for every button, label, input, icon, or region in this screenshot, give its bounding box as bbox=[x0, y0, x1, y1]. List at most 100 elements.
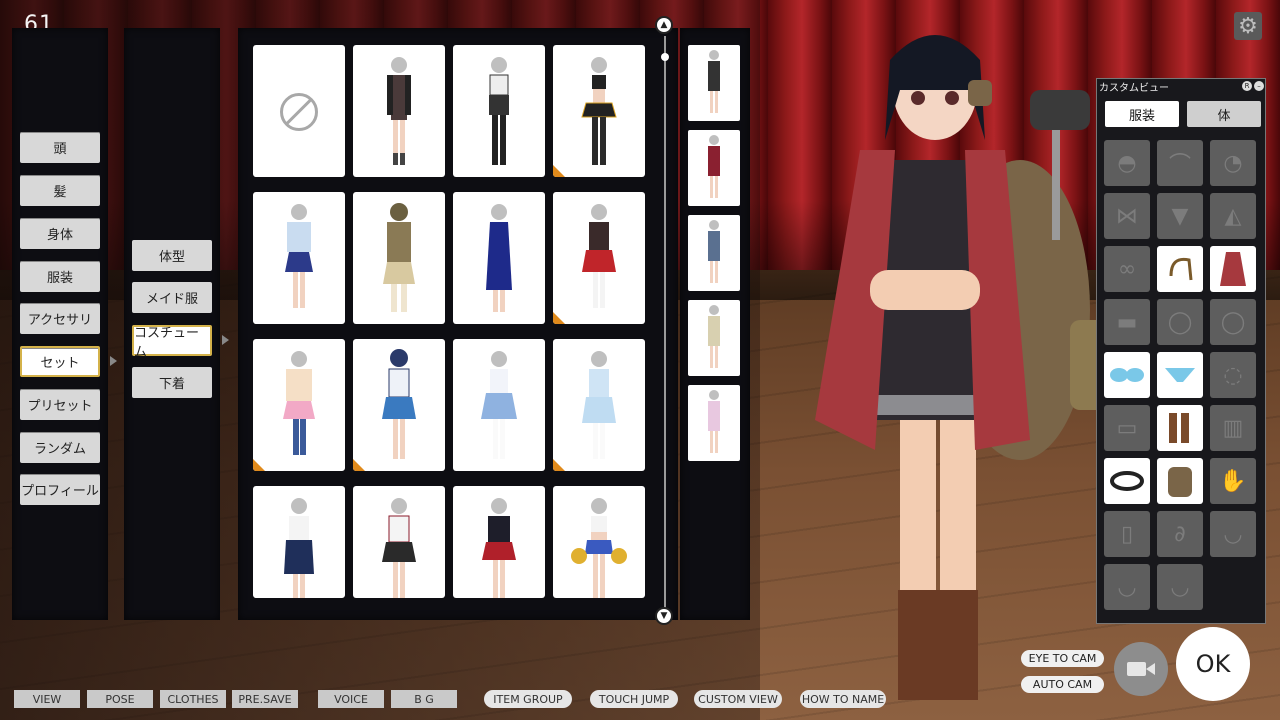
body-icon[interactable]: ◡ bbox=[1104, 564, 1150, 610]
costume-card[interactable] bbox=[353, 45, 445, 177]
minimize-icon[interactable]: – bbox=[1254, 81, 1264, 91]
eye-to-cam-toggle[interactable]: EYE TO CAM bbox=[1021, 650, 1104, 667]
shirt-icon[interactable]: ▼ bbox=[1157, 193, 1203, 239]
menu-preset-button[interactable]: プリセット bbox=[20, 389, 100, 420]
scroll-up-icon[interactable]: ▲ bbox=[655, 16, 673, 34]
submenu-underwear-button[interactable]: 下着 bbox=[132, 367, 212, 398]
menu-profile-button[interactable]: プロフィール bbox=[20, 474, 100, 505]
submenu-costume-button[interactable]: コスチューム bbox=[132, 325, 212, 360]
character-model[interactable] bbox=[790, 20, 1120, 710]
variation-thumb[interactable] bbox=[688, 130, 740, 206]
scroll-thumb[interactable] bbox=[661, 53, 669, 61]
gear-icon[interactable]: ⚙ bbox=[1234, 12, 1262, 40]
costume-figure-icon bbox=[708, 135, 720, 198]
reset-icon[interactable]: R bbox=[1242, 81, 1252, 91]
camera-icon[interactable] bbox=[1114, 642, 1168, 696]
bracelet-icon[interactable] bbox=[1104, 458, 1150, 504]
item-group-button[interactable]: ITEM GROUP bbox=[484, 690, 572, 708]
tab-clothes[interactable]: 服装 bbox=[1105, 101, 1179, 127]
menu-set-button[interactable]: セット bbox=[20, 346, 100, 377]
costume-figure-icon bbox=[382, 349, 416, 459]
costume-card[interactable] bbox=[453, 192, 545, 324]
socks-icon[interactable]: ▥ bbox=[1210, 405, 1256, 451]
variation-thumb[interactable] bbox=[688, 300, 740, 376]
costume-card[interactable] bbox=[553, 486, 645, 598]
menu-random-button[interactable]: ランダム bbox=[20, 432, 100, 463]
variation-thumb[interactable] bbox=[688, 45, 740, 121]
body-icon[interactable]: ◡ bbox=[1210, 511, 1256, 557]
clothes-button[interactable]: CLOTHES bbox=[160, 690, 226, 708]
menu-head-button[interactable]: 頭 bbox=[20, 132, 100, 163]
ribbon-icon[interactable]: ⋈ bbox=[1104, 193, 1150, 239]
voice-button[interactable]: VOICE bbox=[318, 690, 384, 708]
leg-accessory-icon[interactable]: ▯ bbox=[1104, 511, 1150, 557]
costume-card[interactable] bbox=[453, 486, 545, 598]
costume-figure-icon bbox=[708, 220, 720, 283]
grid-scrollbar[interactable] bbox=[664, 36, 666, 608]
body-icon[interactable]: ◯ bbox=[1157, 299, 1203, 345]
headdress-icon[interactable]: ⌒ bbox=[1157, 140, 1203, 186]
auto-cam-toggle[interactable]: AUTO CAM bbox=[1021, 676, 1104, 693]
costume-card[interactable] bbox=[453, 339, 545, 471]
backpack-icon[interactable] bbox=[1157, 458, 1203, 504]
costume-card[interactable] bbox=[253, 339, 345, 471]
costume-card[interactable] bbox=[553, 45, 645, 177]
tab-body[interactable]: 体 bbox=[1187, 101, 1261, 127]
menu-accessory-button[interactable]: アクセサリ bbox=[20, 303, 100, 334]
costume-figure-icon bbox=[708, 50, 720, 113]
menu-body-button[interactable]: 身体 bbox=[20, 218, 100, 249]
body-icon[interactable]: ◯ bbox=[1210, 299, 1256, 345]
costume-figure-icon bbox=[482, 498, 516, 598]
bra-icon[interactable] bbox=[1104, 352, 1150, 398]
menu-clothes-button[interactable]: 服装 bbox=[20, 261, 100, 292]
hair-accessory-icon[interactable]: ◔ bbox=[1210, 140, 1256, 186]
neck-icon[interactable]: ◌ bbox=[1210, 352, 1256, 398]
costume-figure-icon bbox=[481, 351, 517, 459]
bg-button[interactable]: B G bbox=[391, 690, 457, 708]
coat-icon[interactable] bbox=[1210, 246, 1256, 292]
costume-figure-icon bbox=[581, 57, 617, 165]
costume-card[interactable] bbox=[553, 192, 645, 324]
boots-glyph bbox=[1169, 413, 1189, 443]
pre-save-button[interactable]: PRE.SAVE bbox=[232, 690, 298, 708]
costume-card[interactable] bbox=[253, 192, 345, 324]
rarity-tag bbox=[553, 459, 565, 471]
chevron-right-icon bbox=[110, 356, 117, 366]
costume-card-none[interactable] bbox=[253, 45, 345, 177]
costume-card[interactable] bbox=[353, 339, 445, 471]
costume-card[interactable] bbox=[453, 45, 545, 177]
body-icon[interactable]: ◡ bbox=[1157, 564, 1203, 610]
pose-button[interactable]: POSE bbox=[87, 690, 153, 708]
menu-hair-button[interactable]: 髪 bbox=[20, 175, 100, 206]
submenu-maid-button[interactable]: メイド服 bbox=[132, 282, 212, 313]
boots-icon[interactable] bbox=[1157, 405, 1203, 451]
swimsuit-icon[interactable]: ▬ bbox=[1104, 299, 1150, 345]
belt-icon[interactable]: ▭ bbox=[1104, 405, 1150, 451]
gloves-icon[interactable]: ✋ bbox=[1210, 458, 1256, 504]
variation-thumb[interactable] bbox=[688, 215, 740, 291]
how-to-name-button[interactable]: HOW TO NAME bbox=[800, 690, 886, 708]
variation-thumb[interactable] bbox=[688, 385, 740, 461]
tail-icon[interactable]: ∂ bbox=[1157, 511, 1203, 557]
costume-card[interactable] bbox=[353, 486, 445, 598]
video-camera-glyph bbox=[1127, 662, 1155, 676]
glasses-icon[interactable]: ∞ bbox=[1104, 246, 1150, 292]
scroll-down-icon[interactable]: ▼ bbox=[655, 607, 673, 625]
costume-figure-icon bbox=[285, 204, 313, 308]
costume-figure-icon bbox=[571, 498, 627, 598]
submenu-body-type-button[interactable]: 体型 bbox=[132, 240, 212, 271]
bracelet-glyph bbox=[1110, 471, 1144, 491]
rarity-tag bbox=[553, 165, 565, 177]
skirt-icon[interactable]: ◭ bbox=[1210, 193, 1256, 239]
headphones-icon[interactable] bbox=[1157, 246, 1203, 292]
view-button[interactable]: VIEW bbox=[14, 690, 80, 708]
ok-button[interactable]: OK bbox=[1176, 627, 1250, 701]
touch-jump-button[interactable]: TOUCH JUMP bbox=[590, 690, 678, 708]
costume-card[interactable] bbox=[253, 486, 345, 598]
costume-card[interactable] bbox=[353, 192, 445, 324]
costume-card[interactable] bbox=[553, 339, 645, 471]
custom-view-button[interactable]: CUSTOM VIEW bbox=[694, 690, 782, 708]
hat-icon[interactable]: ◓ bbox=[1104, 140, 1150, 186]
panties-icon[interactable] bbox=[1157, 352, 1203, 398]
costume-figure-icon bbox=[708, 305, 720, 368]
